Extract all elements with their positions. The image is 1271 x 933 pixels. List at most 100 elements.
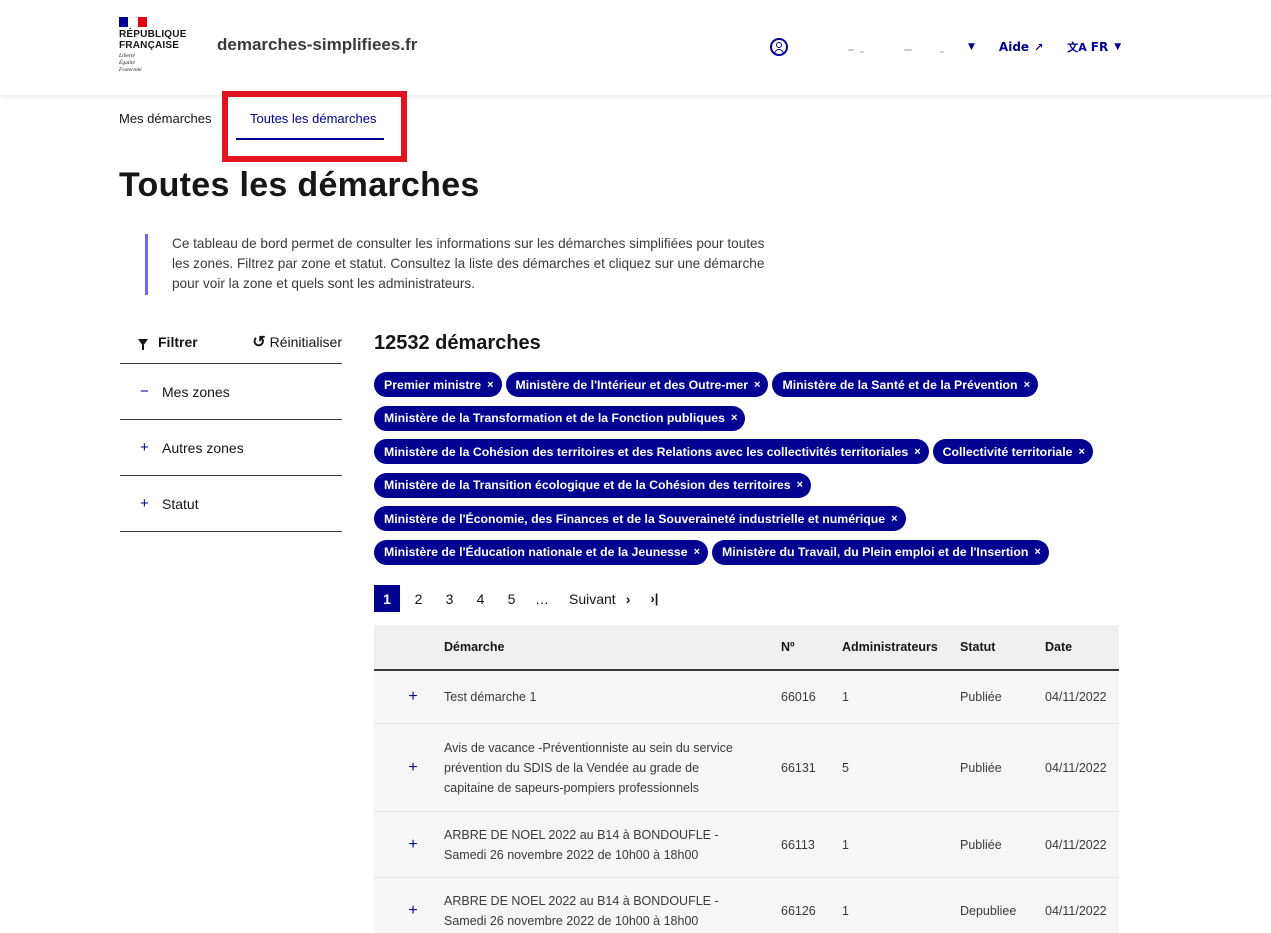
- accordion-label: Statut: [162, 495, 199, 512]
- next-page-button[interactable]: Suivant ›: [569, 591, 630, 607]
- tab-mes-demarches[interactable]: Mes démarches: [119, 100, 236, 140]
- cell-date: 04/11/2022: [1045, 760, 1107, 775]
- cell-administrateurs: 1: [842, 837, 849, 852]
- reset-icon: ↺: [252, 334, 266, 351]
- cell-statut: Publiée: [960, 690, 1002, 704]
- reset-button[interactable]: ↺ Réinitialiser: [252, 330, 342, 352]
- remove-tag-icon[interactable]: ×: [1034, 546, 1040, 558]
- remove-tag-icon[interactable]: ×: [1024, 379, 1030, 391]
- french-flag-icon: [119, 17, 147, 27]
- pagination: 1 2 3 4 5 … Suivant › ›|: [374, 585, 658, 612]
- site-header: République Française Liberté Égalité Fra…: [0, 0, 1271, 95]
- column-header-statut[interactable]: Statut: [960, 640, 1045, 654]
- page-4[interactable]: 4: [465, 585, 496, 612]
- remove-tag-icon[interactable]: ×: [694, 546, 700, 558]
- cell-demarche: ARBRE DE NOEL 2022 au B14 à BONDOUFLE - …: [444, 893, 719, 928]
- tag-row: Ministère de l'Éducation nationale et de…: [374, 539, 1119, 574]
- user-account-name-redacted[interactable]: [800, 42, 960, 53]
- filter-header: Filtrer ↺ Réinitialiser: [120, 330, 342, 364]
- tag-row: Premier ministre × Ministère de l'Intérie…: [374, 372, 1119, 406]
- column-header-demarche[interactable]: Démarche: [444, 637, 781, 657]
- column-header-administrateurs[interactable]: Administrateurs: [842, 640, 960, 654]
- reset-label: Réinitialiser: [269, 334, 342, 350]
- tag-row: Ministère de l'Économie, des Finances et…: [374, 506, 1119, 540]
- filter-tag[interactable]: Ministère de la Santé et de la Préventio…: [772, 372, 1038, 397]
- help-link[interactable]: Aide ↗: [999, 40, 1043, 54]
- table-row[interactable]: + ARBRE DE NOEL 2022 au B14 à BONDOUFLE …: [374, 812, 1119, 878]
- filter-label: Filtrer: [158, 334, 198, 350]
- cell-numero: 66131: [781, 760, 816, 775]
- accordion-mes-zones[interactable]: − Mes zones: [120, 364, 342, 420]
- remove-tag-icon[interactable]: ×: [891, 513, 897, 525]
- demarches-table: Démarche Nº Administrateurs Statut Date …: [374, 625, 1119, 933]
- accordion-statut[interactable]: + Statut: [120, 476, 342, 532]
- filter-tag[interactable]: Ministère de l'Intérieur et des Outre-me…: [505, 372, 769, 397]
- expand-row-icon[interactable]: +: [374, 688, 444, 706]
- filter-tag[interactable]: Ministère de l'Économie, des Finances et…: [374, 506, 906, 532]
- cell-numero: 66016: [781, 690, 816, 704]
- republique-francaise-logo[interactable]: République Française Liberté Égalité Fra…: [119, 17, 199, 74]
- tag-row: Ministère de la Cohésion des territoires…: [374, 439, 1119, 473]
- page-5[interactable]: 5: [496, 585, 527, 612]
- cell-statut: Publiée: [960, 760, 1002, 775]
- chevron-down-icon: ▼: [1114, 42, 1122, 52]
- tag-row: Ministère de la Transformation et de la …: [374, 405, 1119, 440]
- filter-tag[interactable]: Ministère de l'Éducation nationale et de…: [374, 539, 709, 565]
- filter-tag[interactable]: Ministère de la Cohésion des territoires…: [374, 439, 929, 465]
- remove-tag-icon[interactable]: ×: [797, 479, 803, 491]
- column-header-numero[interactable]: Nº: [781, 640, 842, 654]
- table-row[interactable]: + Avis de vacance -Préventionniste au se…: [374, 724, 1119, 812]
- table-header: Démarche Nº Administrateurs Statut Date: [374, 625, 1119, 671]
- cell-statut: Publiée: [960, 837, 1002, 852]
- table-row[interactable]: + Test démarche 1 66016 1 Publiée 04/11/…: [374, 671, 1119, 724]
- active-filter-tags: Premier ministre × Ministère de l'Intérie…: [374, 372, 1119, 574]
- collapse-icon: −: [140, 383, 149, 400]
- filter-tag[interactable]: Ministère du Travail, du Plein emploi et…: [712, 539, 1049, 565]
- cell-administrateurs: 5: [842, 760, 849, 775]
- filter-tag[interactable]: Premier ministre ×: [374, 372, 502, 397]
- cell-date: 04/11/2022: [1045, 903, 1107, 918]
- cell-date: 04/11/2022: [1045, 690, 1107, 704]
- table-row[interactable]: + ARBRE DE NOEL 2022 au B14 à BONDOUFLE …: [374, 878, 1119, 933]
- filter-tag[interactable]: Collectivité territoriale ×: [932, 439, 1093, 465]
- cell-statut: Depubliee: [960, 903, 1017, 918]
- chevron-right-icon: ›: [625, 590, 631, 607]
- expand-row-icon[interactable]: +: [374, 836, 444, 854]
- cell-demarche: Test démarche 1: [444, 690, 537, 704]
- header-tools: ▼ Aide ↗ 文A FR ▼: [770, 36, 1121, 58]
- user-account-icon[interactable]: [770, 38, 788, 56]
- help-label: Aide: [998, 40, 1030, 54]
- page-title: Toutes les démarches: [119, 166, 480, 204]
- expand-icon: +: [140, 439, 149, 456]
- remove-tag-icon[interactable]: ×: [1079, 446, 1085, 458]
- tag-row: Ministère de la Transition écologique et…: [374, 472, 1119, 507]
- cell-numero: 66126: [781, 903, 816, 918]
- accordion-autres-zones[interactable]: + Autres zones: [120, 420, 342, 476]
- intro-callout: Ce tableau de bord permet de consulter l…: [145, 234, 785, 295]
- filter-title: Filtrer: [120, 330, 198, 350]
- cell-administrateurs: 1: [842, 903, 849, 918]
- remove-tag-icon[interactable]: ×: [731, 412, 737, 424]
- site-name[interactable]: demarches-simplifiees.fr: [217, 35, 417, 55]
- remove-tag-icon[interactable]: ×: [914, 446, 920, 458]
- column-header-date[interactable]: Date: [1045, 640, 1119, 654]
- filter-tag[interactable]: Ministère de la Transformation et de la …: [374, 405, 746, 431]
- remove-tag-icon[interactable]: ×: [487, 379, 493, 391]
- filter-tag[interactable]: Ministère de la Transition écologique et…: [374, 472, 812, 498]
- chevron-down-icon[interactable]: ▼: [968, 42, 975, 52]
- filter-icon: [138, 338, 148, 350]
- last-page-icon[interactable]: ›|: [650, 591, 658, 606]
- expand-row-icon[interactable]: +: [374, 902, 444, 920]
- page-2[interactable]: 2: [403, 585, 434, 612]
- language-selector[interactable]: 文A FR ▼: [1067, 39, 1121, 55]
- expand-icon: +: [140, 495, 149, 512]
- expand-row-icon[interactable]: +: [374, 759, 444, 777]
- page-1[interactable]: 1: [374, 585, 400, 612]
- external-link-icon: ↗: [1034, 40, 1044, 54]
- cell-numero: 66113: [781, 837, 815, 852]
- rf-name: République Française: [119, 29, 187, 51]
- page-3[interactable]: 3: [434, 585, 465, 612]
- remove-tag-icon[interactable]: ×: [754, 379, 760, 391]
- translate-icon: 文A: [1067, 41, 1087, 54]
- language-label: FR: [1090, 40, 1109, 54]
